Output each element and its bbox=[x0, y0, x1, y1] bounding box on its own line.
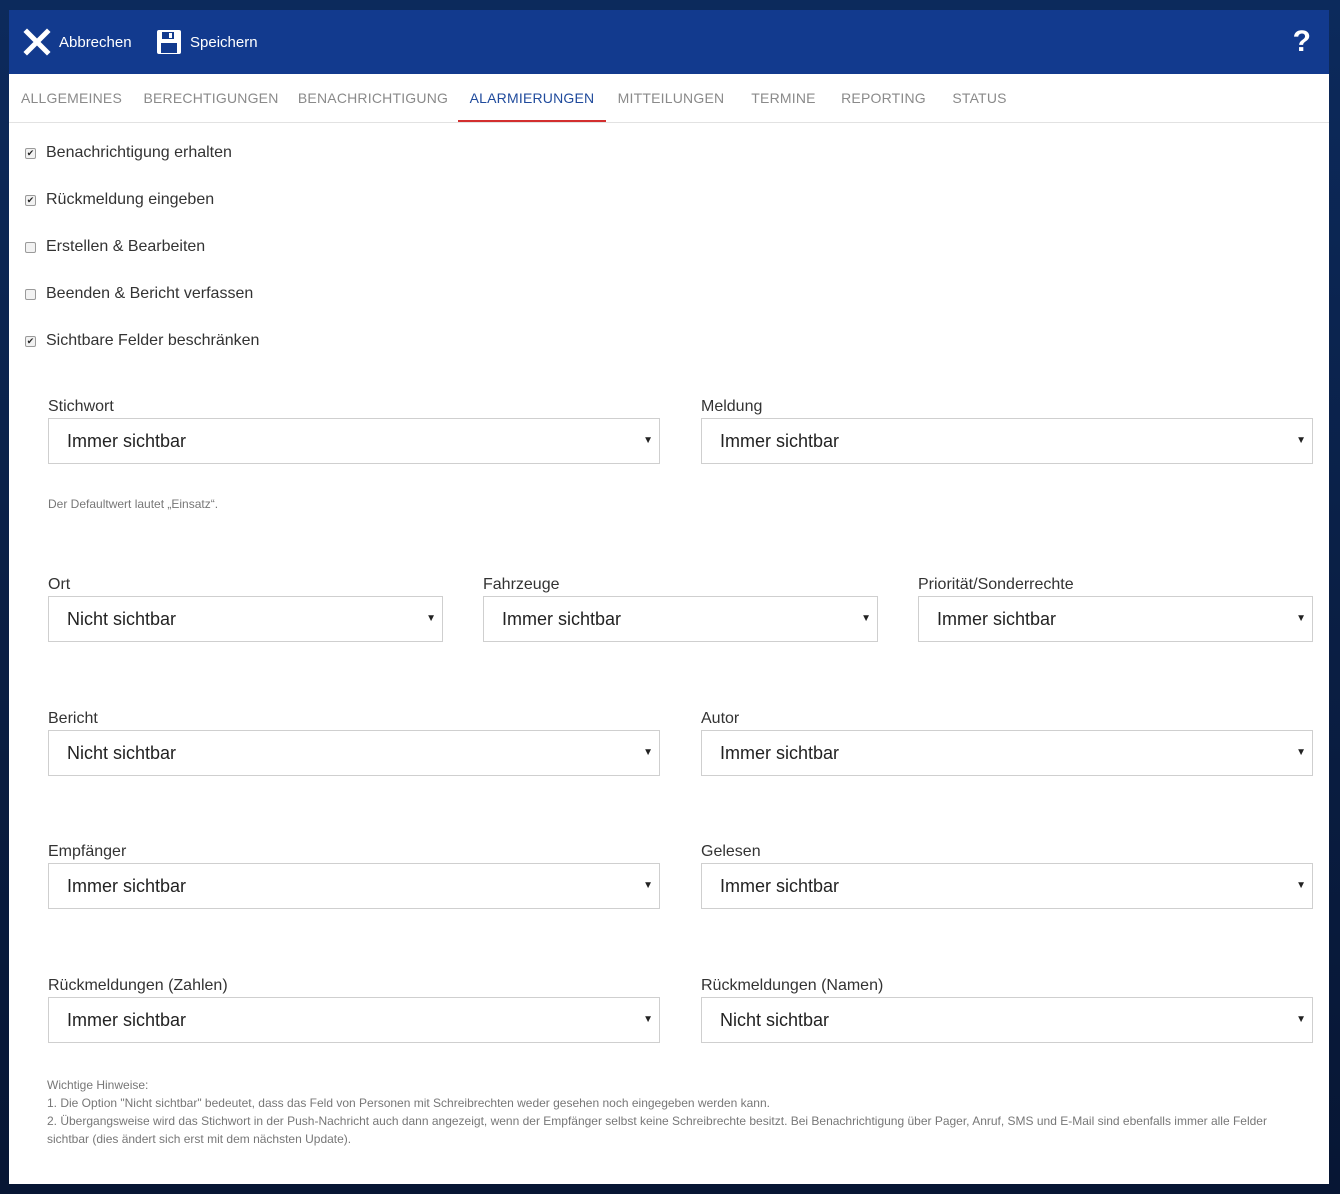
field-fahrzeuge: Fahrzeuge Immer sichtbar ▼ bbox=[483, 574, 878, 642]
tab-bar: ALLGEMEINES BERECHTIGUNGEN BENACHRICHTIG… bbox=[9, 74, 1329, 123]
checkbox-unchecked[interactable] bbox=[25, 241, 36, 253]
select-value: Immer sichtbar bbox=[67, 431, 187, 451]
field-label: Bericht bbox=[48, 710, 98, 727]
tab-alarmierungen[interactable]: ALARMIERUNGEN bbox=[458, 74, 606, 122]
cancel-label: Abbrechen bbox=[59, 33, 132, 51]
tab-benachrichtigung[interactable]: BENACHRICHTIGUNG bbox=[288, 74, 458, 122]
field-label: Fahrzeuge bbox=[483, 576, 560, 593]
field-label: Meldung bbox=[701, 398, 763, 415]
caret-down-icon: ▼ bbox=[643, 1014, 653, 1025]
save-label: Speichern bbox=[190, 33, 258, 51]
toolbar: Abbrechen Speichern ? bbox=[9, 10, 1329, 74]
field-label: Rückmeldungen (Zahlen) bbox=[48, 977, 228, 994]
stichwort-select[interactable]: Immer sichtbar ▼ bbox=[48, 418, 660, 464]
select-value: Nicht sichtbar bbox=[67, 743, 177, 763]
select-value: Immer sichtbar bbox=[67, 1010, 187, 1030]
caret-down-icon: ▼ bbox=[1296, 1014, 1306, 1025]
field-rueckmeldungen-namen: Rückmeldungen (Namen) Nicht sichtbar ▼ bbox=[701, 975, 1313, 1043]
important-notes: Wichtige Hinweise: 1. Die Option "Nicht … bbox=[47, 1076, 1297, 1148]
caret-down-icon: ▼ bbox=[1296, 613, 1306, 624]
fahrzeuge-select[interactable]: Immer sichtbar ▼ bbox=[483, 596, 878, 642]
notes-title: Wichtige Hinweise: bbox=[47, 1078, 149, 1092]
checkbox-checked[interactable]: ✔ bbox=[25, 194, 36, 206]
field-ort: Ort Nicht sichtbar ▼ bbox=[48, 574, 443, 642]
checkbox-row-sichtbare-felder[interactable]: ✔ Sichtbare Felder beschränken bbox=[25, 331, 259, 351]
tab-status[interactable]: STATUS bbox=[936, 74, 1023, 122]
select-value: Immer sichtbar bbox=[720, 876, 840, 896]
save-button[interactable]: Speichern bbox=[156, 10, 258, 74]
checkbox-label: Erstellen & Bearbeiten bbox=[46, 238, 206, 255]
select-value: Nicht sichtbar bbox=[720, 1010, 830, 1030]
tab-allgemeines[interactable]: ALLGEMEINES bbox=[9, 74, 134, 122]
bericht-select[interactable]: Nicht sichtbar ▼ bbox=[48, 730, 660, 776]
floppy-disk-icon bbox=[156, 29, 182, 55]
tab-reporting[interactable]: REPORTING bbox=[831, 74, 936, 122]
field-label: Priorität/Sonderrechte bbox=[918, 576, 1074, 593]
checkbox-label: Rückmeldung eingeben bbox=[46, 191, 215, 208]
field-meldung: Meldung Immer sichtbar ▼ bbox=[701, 396, 1313, 464]
caret-down-icon: ▼ bbox=[643, 880, 653, 891]
notes-line-2: 2. Übergangsweise wird das Stichwort in … bbox=[47, 1114, 1267, 1146]
field-rueckmeldungen-zahlen: Rückmeldungen (Zahlen) Immer sichtbar ▼ bbox=[48, 975, 660, 1043]
field-autor: Autor Immer sichtbar ▼ bbox=[701, 708, 1313, 776]
notes-line-1: 1. Die Option "Nicht sichtbar" bedeutet,… bbox=[47, 1096, 770, 1110]
checkbox-row-erstellen[interactable]: Erstellen & Bearbeiten bbox=[25, 237, 205, 257]
select-value: Immer sichtbar bbox=[502, 609, 622, 629]
caret-down-icon: ▼ bbox=[643, 747, 653, 758]
checkbox-label: Sichtbare Felder beschränken bbox=[46, 332, 260, 349]
field-label: Empfänger bbox=[48, 843, 127, 860]
settings-dialog: Abbrechen Speichern ? ALLGEMEINES BERECH… bbox=[9, 10, 1329, 1184]
ort-select[interactable]: Nicht sichtbar ▼ bbox=[48, 596, 443, 642]
checkbox-unchecked[interactable] bbox=[25, 288, 36, 300]
select-value: Immer sichtbar bbox=[937, 609, 1057, 629]
field-label: Rückmeldungen (Namen) bbox=[701, 977, 884, 994]
field-label: Ort bbox=[48, 576, 71, 593]
select-value: Immer sichtbar bbox=[720, 431, 840, 451]
prioritaet-select[interactable]: Immer sichtbar ▼ bbox=[918, 596, 1313, 642]
caret-down-icon: ▼ bbox=[1296, 435, 1306, 446]
caret-down-icon: ▼ bbox=[861, 613, 871, 624]
gelesen-select[interactable]: Immer sichtbar ▼ bbox=[701, 863, 1313, 909]
field-label: Stichwort bbox=[48, 398, 114, 415]
tab-mitteilungen[interactable]: MITTEILUNGEN bbox=[606, 74, 736, 122]
field-label: Gelesen bbox=[701, 843, 761, 860]
select-value: Immer sichtbar bbox=[720, 743, 840, 763]
default-hint: Der Defaultwert lautet „Einsatz“. bbox=[48, 497, 219, 511]
checkbox-row-benachrichtigung[interactable]: ✔ Benachrichtigung erhalten bbox=[25, 143, 232, 163]
field-label: Autor bbox=[701, 710, 740, 727]
cancel-button[interactable]: Abbrechen bbox=[23, 10, 132, 74]
autor-select[interactable]: Immer sichtbar ▼ bbox=[701, 730, 1313, 776]
field-gelesen: Gelesen Immer sichtbar ▼ bbox=[701, 841, 1313, 909]
caret-down-icon: ▼ bbox=[1296, 747, 1306, 758]
checkbox-checked[interactable]: ✔ bbox=[25, 147, 36, 159]
checkbox-label: Beenden & Bericht verfassen bbox=[46, 285, 254, 302]
field-bericht: Bericht Nicht sichtbar ▼ bbox=[48, 708, 660, 776]
checkbox-label: Benachrichtigung erhalten bbox=[46, 144, 232, 161]
field-prioritaet: Priorität/Sonderrechte Immer sichtbar ▼ bbox=[918, 574, 1313, 642]
checkbox-row-rueckmeldung[interactable]: ✔ Rückmeldung eingeben bbox=[25, 190, 214, 210]
select-value: Nicht sichtbar bbox=[67, 609, 177, 629]
select-value: Immer sichtbar bbox=[67, 876, 187, 896]
checkbox-checked[interactable]: ✔ bbox=[25, 335, 36, 347]
rueckmeldungen-namen-select[interactable]: Nicht sichtbar ▼ bbox=[701, 997, 1313, 1043]
rueckmeldungen-zahlen-select[interactable]: Immer sichtbar ▼ bbox=[48, 997, 660, 1043]
caret-down-icon: ▼ bbox=[426, 613, 436, 624]
close-icon bbox=[23, 28, 51, 56]
meldung-select[interactable]: Immer sichtbar ▼ bbox=[701, 418, 1313, 464]
help-button[interactable]: ? bbox=[1293, 10, 1311, 74]
empfaenger-select[interactable]: Immer sichtbar ▼ bbox=[48, 863, 660, 909]
field-stichwort: Stichwort Immer sichtbar ▼ bbox=[48, 396, 660, 464]
tab-berechtigungen[interactable]: BERECHTIGUNGEN bbox=[134, 74, 288, 122]
caret-down-icon: ▼ bbox=[643, 435, 653, 446]
checkbox-row-beenden[interactable]: Beenden & Bericht verfassen bbox=[25, 284, 253, 304]
help-icon: ? bbox=[1292, 25, 1311, 58]
caret-down-icon: ▼ bbox=[1296, 880, 1306, 891]
tab-termine[interactable]: TERMINE bbox=[736, 74, 831, 122]
field-empfaenger: Empfänger Immer sichtbar ▼ bbox=[48, 841, 660, 909]
